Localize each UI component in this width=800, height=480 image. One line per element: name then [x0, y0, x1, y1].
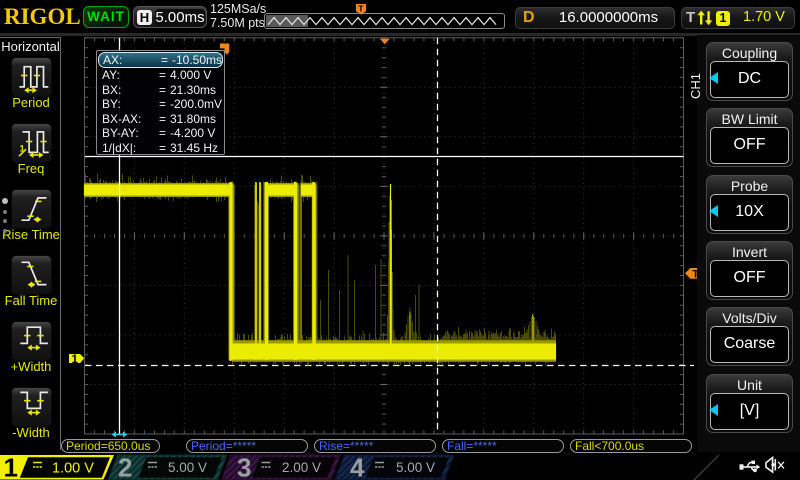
svg-text:2: 2 — [118, 453, 132, 480]
svg-text:1.00 V: 1.00 V — [52, 461, 94, 477]
svg-text:5.00 V: 5.00 V — [168, 460, 207, 475]
svg-text:2.00 V: 2.00 V — [282, 460, 321, 475]
svg-text:3: 3 — [237, 453, 251, 480]
svg-text:T: T — [358, 4, 364, 14]
svg-text:1: 1 — [72, 354, 79, 366]
svg-text:1: 1 — [4, 453, 18, 480]
svg-text:4: 4 — [350, 453, 365, 480]
svg-text:5.00 V: 5.00 V — [396, 460, 435, 475]
